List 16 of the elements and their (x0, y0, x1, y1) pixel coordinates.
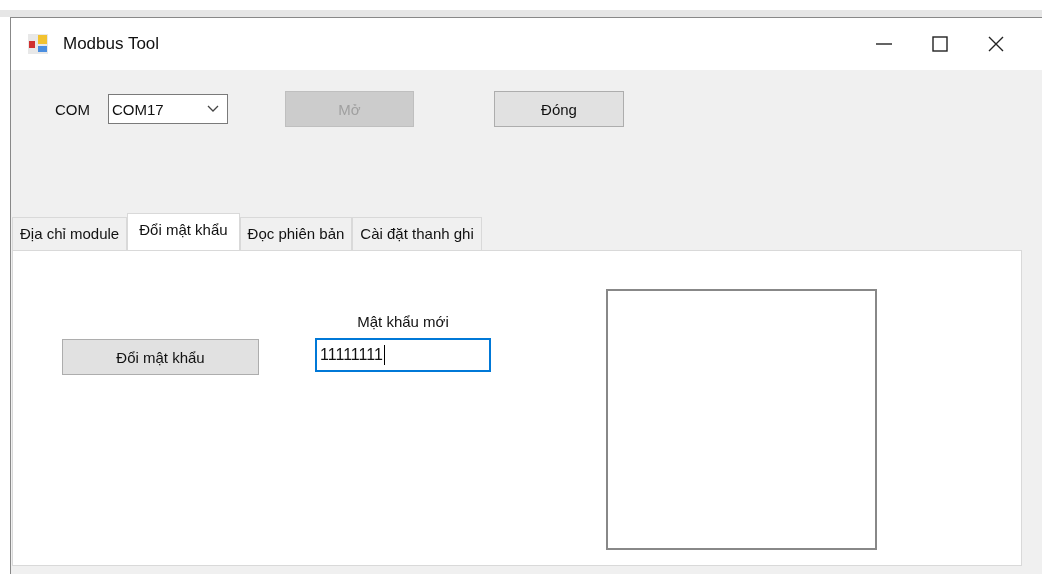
tab[interactable]: Đọc phiên bản (239, 217, 353, 250)
list-box[interactable] (606, 289, 877, 550)
tab[interactable]: Đổi mật khẩu (127, 213, 240, 250)
tab[interactable]: Địa chỉ module (12, 217, 128, 250)
tab[interactable]: Cài đặt thanh ghi (352, 217, 482, 250)
port-dropdown[interactable]: COM17 (108, 94, 228, 124)
window-title: Modbus Tool (63, 34, 160, 54)
change-password-button[interactable]: Đổi mật khẩu (62, 339, 259, 375)
maximize-icon[interactable] (930, 34, 950, 54)
close-icon[interactable] (986, 34, 1006, 54)
field-label: Mật khẩu mới (357, 313, 449, 330)
app-icon (27, 33, 49, 55)
close-port-button[interactable]: Đóng (494, 91, 624, 127)
password-field[interactable]: 11111111 (315, 338, 491, 372)
port-label: COM (55, 100, 90, 118)
caret-icon (207, 105, 219, 113)
